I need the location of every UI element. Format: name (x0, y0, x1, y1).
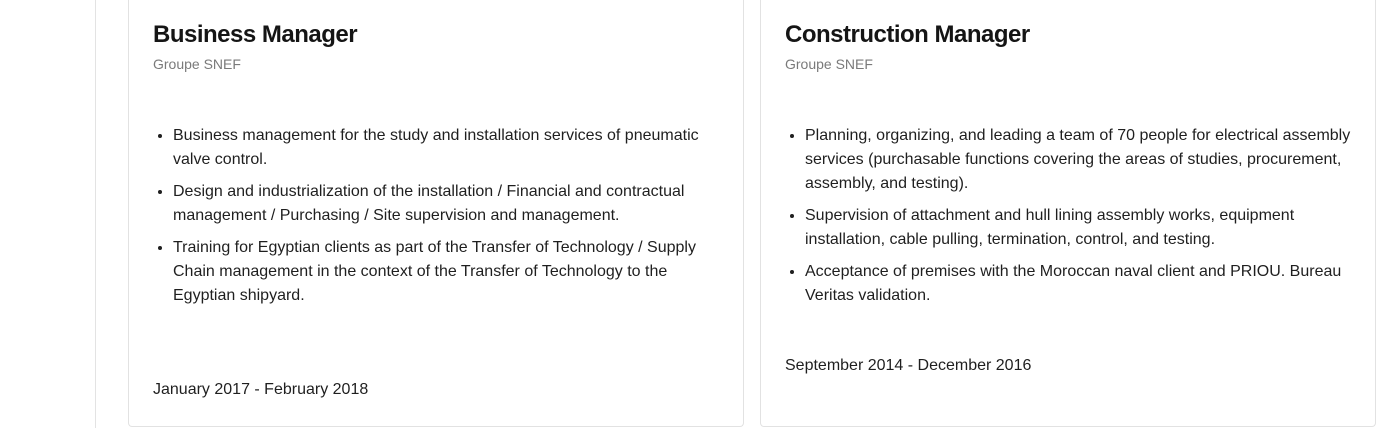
job-title: Construction Manager (785, 21, 1030, 48)
list-item: Design and industrialization of the inst… (173, 180, 721, 228)
employment-dates: September 2014 - December 2016 (785, 357, 1032, 374)
list-item: Business management for the study and in… (173, 124, 721, 172)
responsibilities-list: Business management for the study and in… (153, 124, 721, 316)
responsibilities-list: Planning, organizing, and leading a team… (785, 124, 1365, 316)
experience-section: Business Manager Groupe SNEF Business ma… (0, 0, 1376, 428)
experience-card-construction-manager: Construction Manager Groupe SNEF Plannin… (760, 0, 1376, 427)
list-item: Planning, organizing, and leading a team… (805, 124, 1365, 196)
job-title: Business Manager (153, 21, 358, 48)
list-item: Supervision of attachment and hull linin… (805, 204, 1365, 252)
timeline-divider (95, 0, 96, 428)
employment-dates: January 2017 - February 2018 (153, 381, 369, 398)
list-item: Training for Egyptian clients as part of… (173, 236, 721, 308)
experience-card-business-manager: Business Manager Groupe SNEF Business ma… (128, 0, 744, 427)
list-item: Acceptance of premises with the Moroccan… (805, 260, 1365, 308)
company-name: Groupe SNEF (785, 56, 873, 72)
company-name: Groupe SNEF (153, 56, 241, 72)
